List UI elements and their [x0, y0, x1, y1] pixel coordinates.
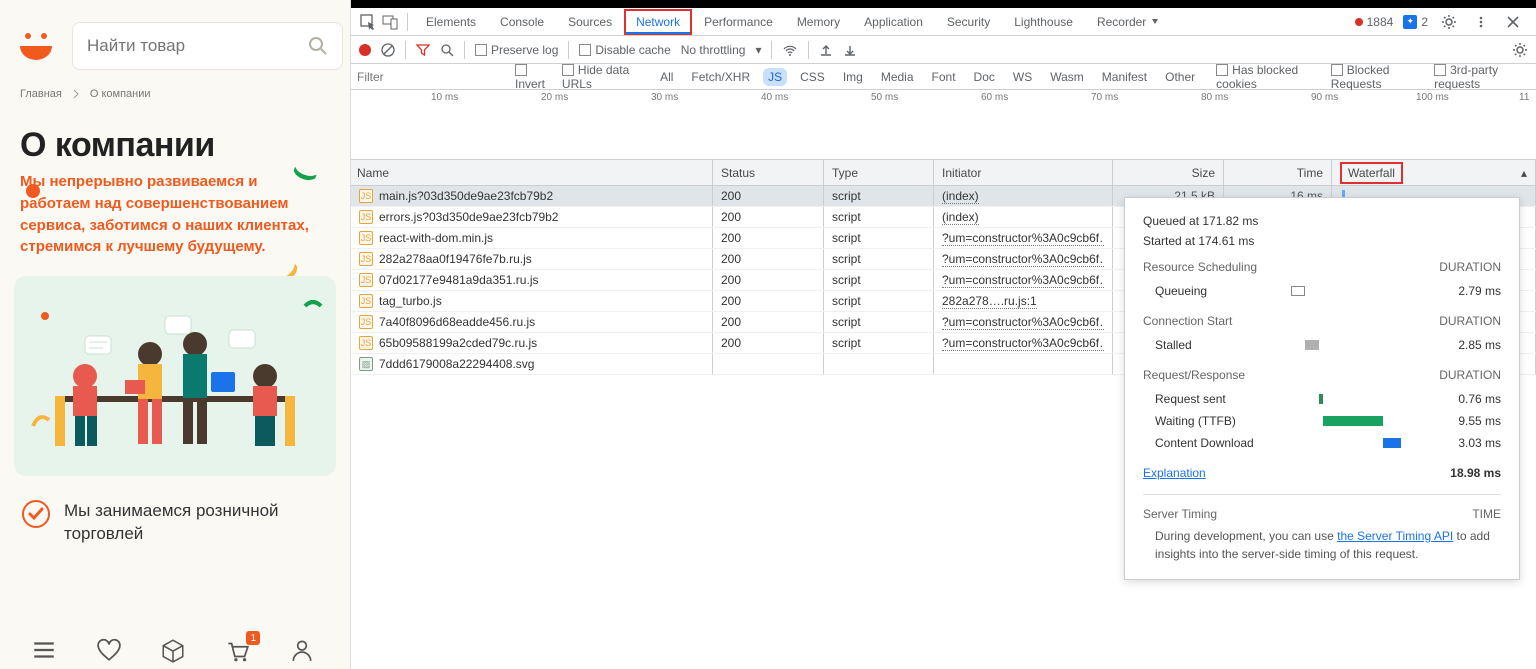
breadcrumb: Главная О компании — [0, 80, 350, 108]
invert-checkbox[interactable]: Invert — [515, 63, 554, 91]
preserve-log-checkbox[interactable]: Preserve log — [475, 43, 558, 57]
upload-icon[interactable] — [819, 43, 833, 57]
box-icon[interactable] — [160, 637, 190, 663]
throttle-chevron-icon[interactable]: ▾ — [755, 43, 761, 57]
tab-security[interactable]: Security — [935, 8, 1002, 36]
sent-row: Request sent0.76 ms — [1143, 388, 1501, 410]
network-toolbar: Preserve log Disable cache No throttling… — [351, 36, 1536, 64]
download-icon[interactable] — [843, 43, 857, 57]
ftab-manifest[interactable]: Manifest — [1097, 68, 1152, 86]
tab-network[interactable]: Network — [624, 9, 692, 35]
cart-icon[interactable]: 1 — [224, 637, 254, 663]
table-header: Name Status Type Initiator Size Time Wat… — [351, 160, 1536, 186]
col-initiator[interactable]: Initiator — [934, 160, 1113, 185]
ttfb-row: Waiting (TTFB)9.55 ms — [1143, 410, 1501, 432]
blocked-cookies-checkbox[interactable]: Has blocked cookies — [1216, 63, 1323, 91]
search-box[interactable] — [72, 22, 343, 70]
filter-bar: Invert Hide data URLs All Fetch/XHR JS C… — [351, 64, 1536, 90]
search-icon[interactable] — [440, 43, 454, 57]
breadcrumb-current: О компании — [90, 88, 151, 100]
timeline[interactable]: 10 ms 20 ms 30 ms 40 ms 50 ms 60 ms 70 m… — [351, 90, 1536, 160]
heart-icon[interactable] — [96, 637, 126, 663]
wifi-icon[interactable] — [782, 43, 798, 57]
decoration — [26, 184, 40, 198]
ftab-wasm[interactable]: Wasm — [1045, 68, 1089, 86]
ftab-doc[interactable]: Doc — [969, 68, 1000, 86]
disable-cache-checkbox[interactable]: Disable cache — [579, 43, 670, 57]
third-party-checkbox[interactable]: 3rd-party requests — [1434, 63, 1530, 91]
ftab-media[interactable]: Media — [876, 68, 919, 86]
col-name[interactable]: Name — [351, 160, 713, 185]
queued-at: Queued at 171.82 ms — [1143, 214, 1501, 228]
tab-elements[interactable]: Elements — [414, 8, 488, 36]
gear-icon[interactable] — [1512, 42, 1528, 58]
tab-console[interactable]: Console — [488, 8, 556, 36]
ftab-fetch[interactable]: Fetch/XHR — [686, 68, 755, 86]
device-icon[interactable] — [379, 11, 401, 33]
server-timing-note: During development, you can use the Serv… — [1143, 527, 1501, 563]
search-input[interactable] — [87, 36, 308, 56]
hide-urls-checkbox[interactable]: Hide data URLs — [562, 63, 647, 91]
feature-text: Мы занимаемся розничной торговлей — [64, 500, 328, 546]
queueing-row: Queueing2.79 ms — [1143, 280, 1501, 302]
devtools-tabs: Elements Console Sources Network Perform… — [351, 8, 1536, 36]
check-icon — [22, 500, 50, 528]
explanation-link[interactable]: Explanation — [1143, 466, 1206, 480]
user-icon[interactable] — [289, 637, 319, 663]
feature-item: Мы занимаемся розничной торговлей — [0, 496, 350, 550]
tab-sources[interactable]: Sources — [556, 8, 624, 36]
ftab-other[interactable]: Other — [1160, 68, 1200, 86]
started-at: Started at 174.61 ms — [1143, 234, 1501, 248]
stalled-row: Stalled2.85 ms — [1143, 334, 1501, 356]
tab-recorder[interactable]: Recorder — [1085, 8, 1172, 36]
cart-badge: 1 — [246, 631, 260, 645]
clear-icon[interactable] — [381, 43, 395, 57]
tab-performance[interactable]: Performance — [692, 8, 785, 36]
breadcrumb-home[interactable]: Главная — [20, 88, 62, 100]
tab-lighthouse[interactable]: Lighthouse — [1002, 8, 1085, 36]
ftab-all[interactable]: All — [655, 68, 678, 86]
illustration — [14, 276, 336, 476]
request-table: JSmain.js?03d350de9ae23fcb79b2200script(… — [351, 186, 1536, 669]
col-status[interactable]: Status — [713, 160, 824, 185]
tab-application[interactable]: Application — [852, 8, 935, 36]
chevron-right-icon — [72, 90, 80, 98]
filter-icon[interactable] — [416, 43, 430, 57]
ftab-font[interactable]: Font — [927, 68, 961, 86]
filter-input[interactable] — [357, 70, 507, 84]
error-count[interactable]: 1884 — [1355, 15, 1394, 29]
col-type[interactable]: Type — [824, 160, 934, 185]
timing-popup: Queued at 171.82 ms Started at 174.61 ms… — [1124, 197, 1520, 580]
gear-icon[interactable] — [1438, 11, 1460, 33]
ftab-img[interactable]: Img — [838, 68, 868, 86]
col-time[interactable]: Time — [1224, 160, 1332, 185]
website-panel: Главная О компании О компании ⌣ Мы непре… — [0, 0, 351, 669]
message-count[interactable]: ✦2 — [1403, 15, 1428, 29]
ftab-css[interactable]: CSS — [795, 68, 830, 86]
download-row: Content Download3.03 ms — [1143, 432, 1501, 454]
col-waterfall[interactable]: Waterfall▴ — [1332, 160, 1536, 185]
kebab-icon[interactable] — [1470, 11, 1492, 33]
bottom-nav: 1 — [0, 635, 350, 669]
ftab-js[interactable]: JS — [763, 68, 787, 86]
menu-icon[interactable] — [31, 637, 61, 663]
col-size[interactable]: Size — [1113, 160, 1224, 185]
throttling-select[interactable]: No throttling — [681, 43, 746, 57]
search-icon[interactable] — [308, 36, 328, 56]
blocked-requests-checkbox[interactable]: Blocked Requests — [1331, 63, 1426, 91]
close-icon[interactable] — [1502, 11, 1524, 33]
site-logo — [14, 24, 58, 68]
devtools-panel: Elements Console Sources Network Perform… — [351, 0, 1536, 669]
record-button[interactable] — [359, 44, 371, 56]
ftab-ws[interactable]: WS — [1008, 68, 1037, 86]
tab-memory[interactable]: Memory — [785, 8, 852, 36]
server-timing-link[interactable]: the Server Timing API — [1337, 529, 1453, 543]
inspect-icon[interactable] — [357, 11, 379, 33]
